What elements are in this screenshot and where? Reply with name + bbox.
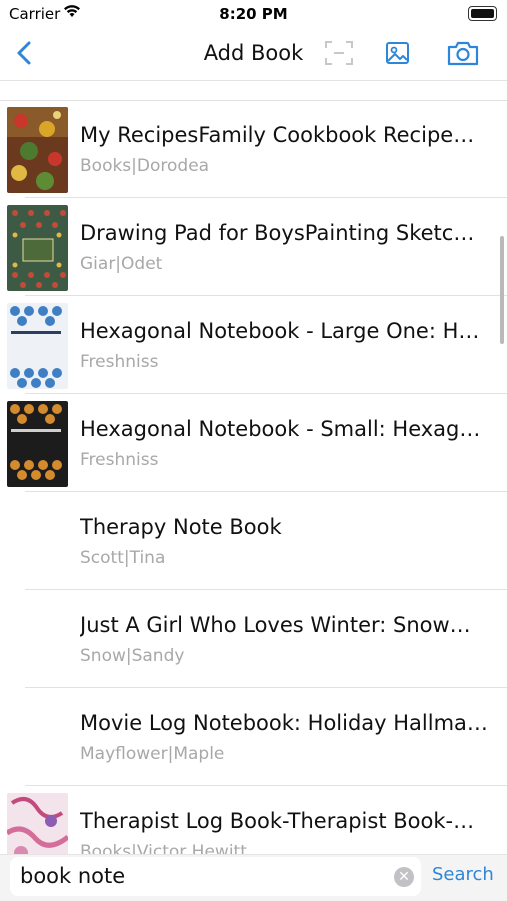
- book-author: Freshniss: [80, 450, 159, 470]
- book-cover-image: [7, 793, 68, 854]
- book-row[interactable]: Just A Girl Who Loves Winter: Snow… Snow…: [0, 591, 507, 688]
- book-row[interactable]: Drawing Pad for BoysPainting Sketc… Giar…: [0, 199, 507, 296]
- navigation-bar: Add Book: [0, 28, 507, 81]
- camera-icon[interactable]: [446, 38, 480, 68]
- search-input[interactable]: book note ✕: [10, 857, 421, 896]
- book-author: Books|Dorodea: [80, 156, 210, 176]
- book-cover-image: [7, 107, 68, 193]
- book-cover-image: [7, 205, 68, 291]
- scroll-indicator[interactable]: [500, 236, 504, 344]
- book-results-list[interactable]: My RecipesFamily Cookbook Recipe… Books|…: [0, 80, 507, 854]
- book-title: Therapy Note Book: [80, 515, 282, 539]
- search-button[interactable]: Search: [432, 864, 494, 885]
- book-title: My RecipesFamily Cookbook Recipe…: [80, 123, 475, 147]
- book-cover-image: [7, 303, 68, 389]
- photo-library-icon[interactable]: [381, 38, 415, 68]
- row-separator: [25, 197, 507, 198]
- book-title: Drawing Pad for BoysPainting Sketc…: [80, 221, 475, 245]
- book-cover-image: [7, 401, 68, 487]
- book-author: Giar|Odet: [80, 254, 163, 274]
- row-separator: [25, 687, 507, 688]
- book-title: Movie Log Notebook: Holiday Hallmar…: [80, 711, 490, 735]
- book-title: Therapist Log Book-Therapist Book-…: [80, 809, 475, 833]
- book-row[interactable]: Therapist Log Book-Therapist Book-… Book…: [0, 787, 507, 854]
- book-row[interactable]: Hexagonal Notebook - Small: Hexago… Fres…: [0, 395, 507, 492]
- book-author: Scott|Tina: [80, 548, 166, 568]
- scan-frame-icon[interactable]: [322, 38, 356, 68]
- book-title: Hexagonal Notebook - Large One: He…: [80, 319, 490, 343]
- search-bar: book note ✕ Search: [0, 854, 507, 901]
- page-title: Add Book: [203, 41, 304, 65]
- book-row[interactable]: Movie Log Notebook: Holiday Hallmar… May…: [0, 689, 507, 786]
- search-input-value[interactable]: book note: [20, 864, 125, 888]
- row-separator: [25, 589, 507, 590]
- clock: 8:20 PM: [219, 5, 288, 23]
- row-separator: [25, 393, 507, 394]
- book-title: Hexagonal Notebook - Small: Hexago…: [80, 417, 490, 441]
- row-separator: [25, 785, 507, 786]
- book-author: Mayflower|Maple: [80, 744, 225, 764]
- book-author: Snow|Sandy: [80, 646, 185, 666]
- book-row[interactable]: My RecipesFamily Cookbook Recipe… Books|…: [0, 101, 507, 198]
- book-author: Freshniss: [80, 352, 159, 372]
- row-separator: [25, 295, 507, 296]
- book-title: Just A Girl Who Loves Winter: Snow…: [80, 613, 471, 637]
- clear-circle-icon[interactable]: ✕: [394, 867, 414, 887]
- status-bar: Carrier 8:20 PM: [0, 0, 507, 28]
- book-row[interactable]: Hexagonal Notebook - Large One: He… Fres…: [0, 297, 507, 394]
- row-separator: [25, 491, 507, 492]
- book-row[interactable]: Therapy Note Book Scott|Tina: [0, 493, 507, 590]
- battery-icon: [468, 6, 497, 21]
- book-author: Books|Victor Hewitt: [80, 842, 247, 854]
